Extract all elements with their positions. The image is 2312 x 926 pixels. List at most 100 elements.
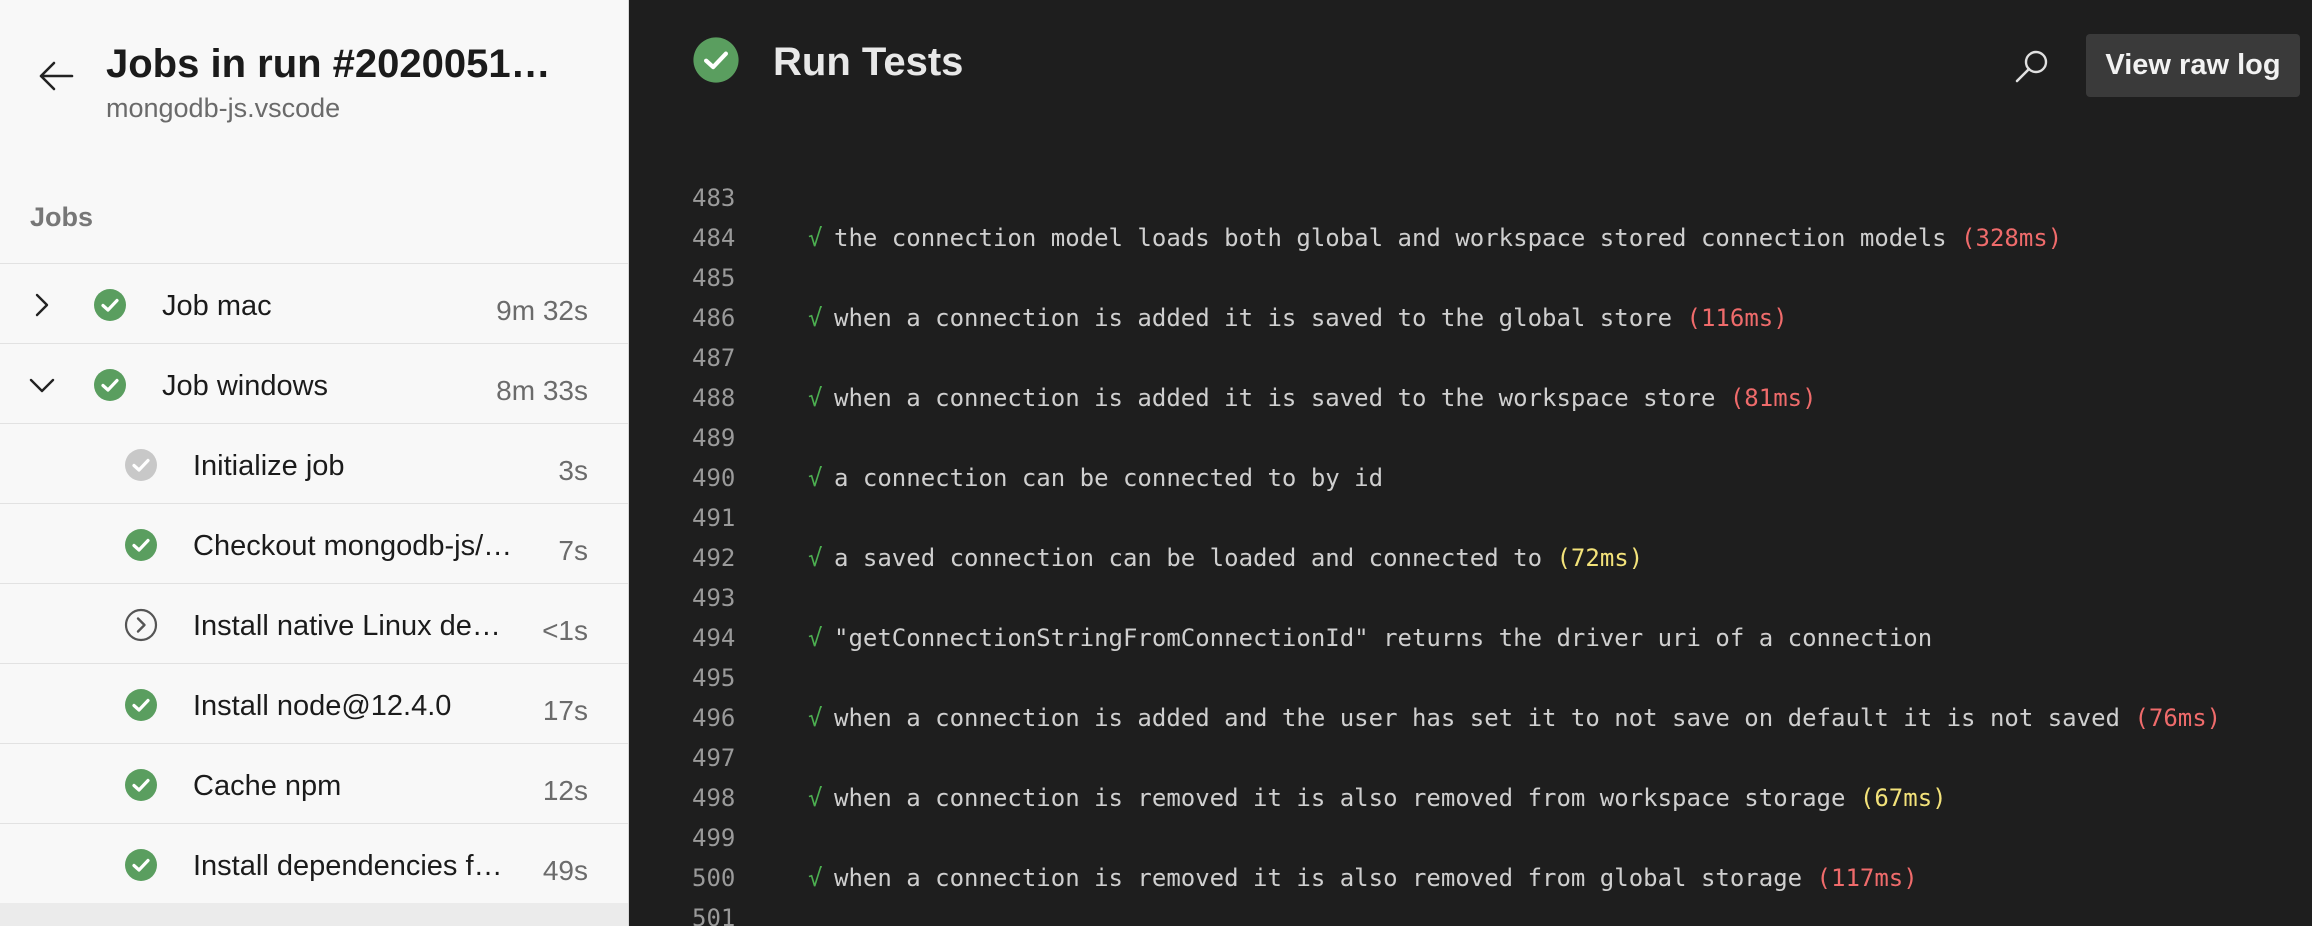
log-text: when a connection is added it is saved t… [834,384,1730,412]
skipped-icon [124,608,158,642]
log-line: 491 [630,498,2312,538]
duration-label: (72ms) [1556,544,1644,572]
step-label: Checkout mongodb-js/… [193,530,513,562]
step-row[interactable]: Install dependencies f… 49s [0,823,628,903]
log-text: "getConnectionStringFromConnectionId" re… [834,624,1933,652]
duration-label: (328ms) [1961,224,2063,252]
step-label: Cache npm [193,770,342,802]
pass-check-icon: √ [808,864,823,892]
pass-check-icon: √ [808,784,823,812]
step-label: Initialize job [193,450,345,482]
step-duration: <1s [542,615,588,646]
step-title: Run Tests [773,40,964,84]
log-line: 500 √ when a connection is removed it is a… [630,858,2312,898]
duration-label: (116ms) [1686,304,1788,332]
line-number: 489 [692,424,736,452]
log-text: the connection model loads both global a… [834,224,1962,252]
success-check-icon [124,528,158,562]
pass-check-icon: √ [808,544,823,572]
line-number: 496 [692,704,736,732]
job-row-mac[interactable]: Job mac 9m 32s [0,263,628,343]
search-icon[interactable] [2012,47,2052,87]
log-text-wrap: when a connection is added and the user … [834,698,2221,738]
line-number: 497 [692,744,736,772]
pass-check-icon: √ [808,224,823,252]
log-line: 483 [630,178,2312,218]
log-text-wrap: a connection can be connected to by id [834,458,1383,498]
duration-label: (117ms) [1816,864,1918,892]
log-output: 483 484 √ the connection model loads both g… [630,178,2312,926]
pass-check-icon: √ [808,464,823,492]
line-number: 500 [692,864,736,892]
success-check-icon [93,288,127,322]
success-check-icon [93,368,127,402]
log-line: 501 [630,898,2312,926]
log-line: 495 [630,658,2312,698]
success-check-icon [692,36,740,89]
step-label: Install dependencies f… [193,850,503,882]
next-row-partial [0,903,628,926]
line-number: 494 [692,624,736,652]
success-check-icon [124,768,158,802]
log-text-wrap: when a connection is removed it is also … [834,778,1947,818]
line-number: 493 [692,584,736,612]
log-text: when a connection is removed it is also … [834,864,1817,892]
log-line: 489 [630,418,2312,458]
step-row[interactable]: Checkout mongodb-js/… 7s [0,503,628,583]
job-duration: 8m 33s [496,375,588,406]
back-arrow-icon[interactable] [36,56,76,96]
step-row[interactable]: Install node@12.4.0 17s [0,663,628,743]
log-line: 498 √ when a connection is removed it is a… [630,778,2312,818]
jobs-section-heading: Jobs [30,202,94,232]
line-number: 501 [692,904,736,926]
line-number: 490 [692,464,736,492]
job-label: Job mac [162,290,272,322]
view-raw-log-button[interactable]: View raw log [2086,34,2300,97]
line-number: 491 [692,504,736,532]
pass-check-icon: √ [808,304,823,332]
step-duration: 49s [542,855,588,886]
chevron-right-icon[interactable] [26,289,58,321]
log-text-wrap: "getConnectionStringFromConnectionId" re… [834,618,1932,658]
log-line: 496 √ when a connection is added and the u… [630,698,2312,738]
line-number: 483 [692,184,736,212]
log-line: 492 √ a saved connection can be loaded and… [630,538,2312,578]
step-row[interactable]: Initialize job 3s [0,423,628,503]
log-line: 499 [630,818,2312,858]
line-number: 484 [692,224,736,252]
log-line: 485 [630,258,2312,298]
line-number: 487 [692,344,736,372]
job-row-windows[interactable]: Job windows 8m 33s [0,343,628,423]
step-label: Install node@12.4.0 [193,690,452,722]
line-number: 495 [692,664,736,692]
success-check-icon [124,688,158,722]
duration-label: (67ms) [1859,784,1947,812]
step-row[interactable]: Cache npm 12s [0,743,628,823]
step-label: Install native Linux dep… [193,610,513,642]
log-text-wrap: when a connection is removed it is also … [834,858,1918,898]
log-text: when a connection is added it is saved t… [834,304,1687,332]
log-line: 484 √ the connection model loads both glob… [630,218,2312,258]
line-number: 488 [692,384,736,412]
neutral-check-icon [124,448,158,482]
log-text-wrap: when a connection is added it is saved t… [834,378,1817,418]
step-duration: 12s [542,775,588,806]
duration-label: (76ms) [2134,704,2222,732]
pass-check-icon: √ [808,384,823,412]
log-line: 493 [630,578,2312,618]
page-title: Jobs in run #2020051… [106,42,551,86]
log-text: a saved connection can be loaded and con… [834,544,1557,572]
log-text-wrap: the connection model loads both global a… [834,218,2062,258]
repo-subtitle: mongodb-js.vscode [106,93,341,123]
log-line: 494 √ "getConnectionStringFromConnectionId… [630,618,2312,658]
log-line: 486 √ when a connection is added it is sav… [630,298,2312,338]
log-text-wrap: when a connection is added it is saved t… [834,298,1788,338]
log-text: when a connection is removed it is also … [834,784,1860,812]
line-number: 498 [692,784,736,812]
jobs-sidebar: Jobs in run #2020051… mongodb-js.vscode … [0,0,629,926]
log-line: 497 [630,738,2312,778]
step-row[interactable]: Install native Linux dep… <1s [0,583,628,663]
chevron-down-icon[interactable] [26,369,58,401]
line-number: 485 [692,264,736,292]
log-panel: Run Tests View raw log 483 484 √ the connec… [630,0,2312,926]
